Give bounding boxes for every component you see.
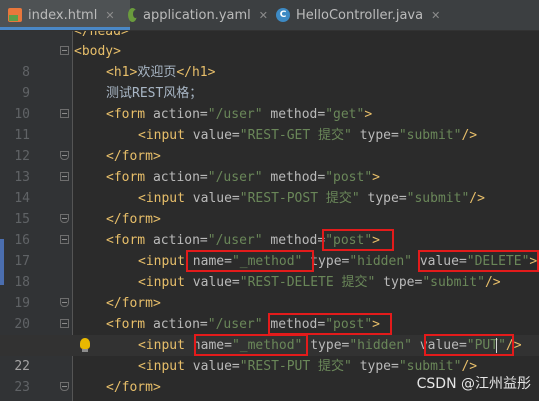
- code-line: 8 <body>: [0, 41, 539, 80]
- lightbulb-icon[interactable]: [80, 338, 90, 352]
- close-icon[interactable]: ✕: [259, 9, 268, 22]
- code-line: 10 测试REST风格；: [0, 83, 539, 122]
- code-editor[interactable]: </head> 8 <body> 9 <h1>欢迎页</h1> 10 测试RES…: [0, 31, 539, 401]
- code-line: 9 <h1>欢迎页</h1>: [0, 62, 539, 101]
- close-icon[interactable]: ✕: [431, 9, 440, 22]
- code-line: 20 </form>: [0, 293, 539, 332]
- fold-icon[interactable]: [60, 109, 69, 118]
- code-line-current: 22 <input name="_method" type="hidden" v…: [0, 335, 539, 374]
- fold-icon[interactable]: [60, 172, 69, 181]
- java-class-icon: C: [276, 8, 290, 22]
- code-line: 18 <input name="_method" type="hidden" v…: [0, 251, 539, 290]
- code-line: 19 <input value="REST-DELETE 提交" type="s…: [0, 272, 539, 311]
- tab-application-yaml[interactable]: application.yaml ✕: [128, 0, 268, 30]
- code-line: 16 </form>: [0, 209, 539, 248]
- code-line: 17 <form action="/user" method="post">: [0, 230, 539, 269]
- code-line: 13 </form>: [0, 146, 539, 185]
- tab-label: HelloController.java: [296, 7, 424, 23]
- editor-tab-bar: index.html ✕ application.yaml ✕ C HelloC…: [0, 0, 539, 31]
- fold-icon[interactable]: [60, 46, 69, 55]
- fold-end-icon[interactable]: [60, 151, 69, 160]
- code-line: 21 <form action="/user" method="post">: [0, 314, 539, 353]
- yaml-file-icon: [128, 8, 138, 22]
- tab-label: index.html: [28, 7, 98, 23]
- code-line: 11 <form action="/user" method="get">: [0, 104, 539, 143]
- tab-index-html[interactable]: index.html ✕: [0, 0, 130, 30]
- tab-hello-controller-java[interactable]: C HelloController.java ✕: [276, 0, 456, 30]
- text-caret: [496, 338, 497, 353]
- code-line: 12 <input value="REST-GET 提交" type="subm…: [0, 125, 539, 164]
- html-file-icon: [8, 8, 22, 22]
- fold-end-icon[interactable]: [60, 382, 69, 391]
- close-icon[interactable]: ✕: [105, 9, 114, 22]
- fold-icon[interactable]: [60, 319, 69, 328]
- fold-end-icon[interactable]: [60, 298, 69, 307]
- code-line: 14 <form action="/user" method="post">: [0, 167, 539, 206]
- watermark-text: CSDN @江州益彤: [416, 376, 531, 392]
- tab-label: application.yaml: [143, 7, 251, 23]
- code-line: 15 <input value="REST-POST 提交" type="sub…: [0, 188, 539, 227]
- fold-end-icon[interactable]: [60, 214, 69, 223]
- fold-icon[interactable]: [60, 235, 69, 244]
